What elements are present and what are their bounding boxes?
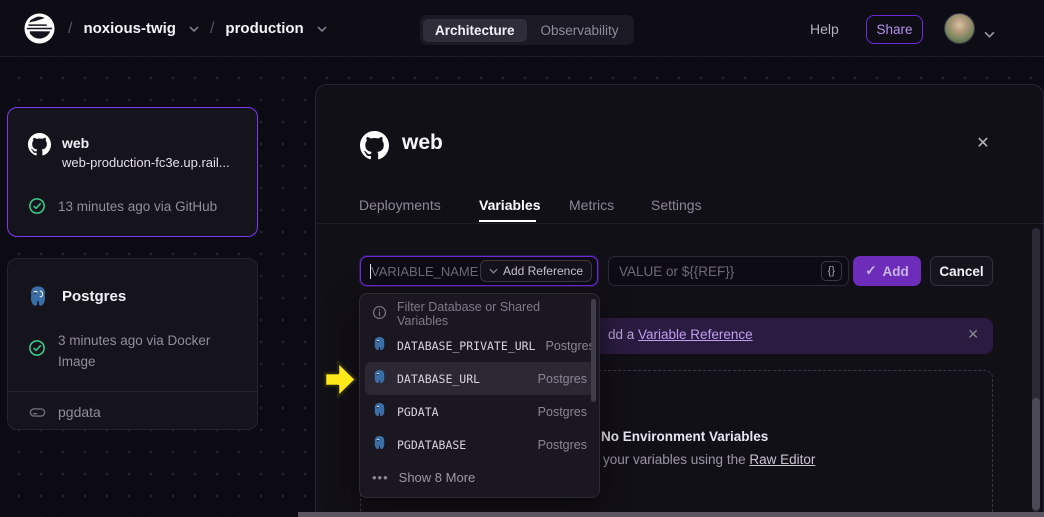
user-avatar[interactable]	[944, 13, 975, 44]
postgres-icon	[372, 435, 387, 455]
project-name[interactable]: noxious-twig	[83, 20, 176, 37]
vertical-scrollbar[interactable]	[1032, 228, 1040, 512]
chevron-down-icon[interactable]	[189, 26, 199, 32]
breadcrumb-slash: /	[68, 20, 72, 38]
postgres-icon	[372, 336, 387, 356]
variable-reference-dropdown: Filter Database or Shared Variables DATA…	[359, 293, 600, 498]
variable-name-input[interactable]	[371, 258, 489, 284]
service-domain[interactable]: web-production-fc3e.up.rail...	[62, 155, 230, 170]
volume-icon	[28, 403, 47, 427]
breadcrumb-slash: /	[210, 20, 214, 38]
variable-name-field[interactable]: Add Reference	[360, 256, 598, 286]
dropdown-item-name: DATABASE_PRIVATE_URL	[397, 339, 535, 353]
help-link[interactable]: Help	[810, 21, 839, 37]
tab-observability[interactable]: Observability	[529, 19, 631, 42]
tabs-divider	[316, 223, 1043, 224]
highlight-arrow	[322, 357, 359, 407]
add-variable-button[interactable]: ✓ Add	[853, 256, 921, 286]
railway-dashboard: / noxious-twig / production Architecture…	[0, 0, 1044, 517]
ellipsis-icon: •••	[372, 470, 389, 485]
github-icon	[28, 133, 51, 161]
add-reference-label: Add Reference	[503, 264, 583, 278]
add-reference-button[interactable]: Add Reference	[480, 260, 592, 282]
chevron-down-icon[interactable]	[317, 26, 327, 32]
dropdown-item-name: PGDATA	[397, 405, 439, 419]
railway-logo-icon[interactable]	[24, 13, 55, 44]
dropdown-item-source: Postgres	[538, 372, 587, 386]
variable-reference-link[interactable]: Variable Reference	[638, 327, 753, 342]
tab-deployments[interactable]: Deployments	[359, 197, 441, 213]
deploy-status: 13 minutes ago via GitHub	[58, 199, 217, 214]
service-panel: web ✕ Deployments Variables Metrics Sett…	[315, 84, 1044, 517]
empty-state-title: No Environment Variables	[601, 429, 768, 444]
postgres-icon	[372, 402, 387, 422]
dropdown-filter-placeholder: Filter Database or Shared Variables	[397, 300, 587, 328]
dropdown-item[interactable]: PGDATA Postgres	[360, 395, 599, 428]
empty-state-subtitle: your variables using the Raw Editor	[603, 452, 815, 467]
dropdown-item[interactable]: PGDATABASE Postgres	[360, 428, 599, 461]
share-button[interactable]: Share	[866, 15, 923, 44]
dropdown-item-source: Postgres	[538, 438, 587, 452]
top-nav: / noxious-twig / production Architecture…	[0, 0, 1044, 57]
info-icon	[372, 305, 387, 323]
dropdown-item-source: Postgres	[545, 339, 594, 353]
deploy-success-icon	[28, 197, 46, 220]
banner-text: dd a Variable Reference	[608, 327, 753, 342]
deploy-status: 3 minutes ago via Docker Image	[58, 330, 233, 372]
card-divider	[8, 391, 257, 392]
panel-title: web	[402, 131, 443, 155]
dropdown-filter[interactable]: Filter Database or Shared Variables	[360, 298, 599, 329]
deploy-success-icon	[28, 339, 46, 362]
add-label: Add	[883, 264, 909, 279]
postgres-icon	[27, 285, 49, 312]
window-bottom-edge	[298, 512, 1044, 517]
breadcrumb: / noxious-twig / production	[68, 0, 327, 57]
service-name: Postgres	[62, 288, 126, 305]
environment-name[interactable]: production	[225, 20, 303, 37]
tab-metrics[interactable]: Metrics	[569, 197, 614, 213]
show-more-label: Show 8 More	[399, 470, 476, 485]
github-icon	[360, 131, 389, 165]
dropdown-item-highlighted[interactable]: DATABASE_URL Postgres	[365, 362, 594, 395]
banner-close-icon[interactable]: ✕	[967, 326, 979, 343]
dropdown-item-name: DATABASE_URL	[397, 372, 480, 386]
variable-value-input[interactable]	[619, 258, 799, 284]
raw-editor-link[interactable]: Raw Editor	[749, 452, 815, 467]
service-name: web	[62, 135, 89, 151]
view-switcher: Architecture Observability	[420, 15, 634, 45]
tab-variables[interactable]: Variables	[479, 197, 541, 213]
dropdown-show-more[interactable]: ••• Show 8 More	[360, 461, 599, 494]
postgres-icon	[372, 369, 387, 389]
variable-value-field[interactable]: {}	[608, 256, 849, 286]
check-icon: ✓	[865, 263, 876, 279]
active-tab-underline	[479, 220, 536, 222]
scrollbar-thumb[interactable]	[1032, 398, 1040, 510]
tab-architecture[interactable]: Architecture	[423, 19, 527, 42]
service-card-postgres[interactable]: Postgres 3 minutes ago via Docker Image …	[7, 258, 258, 430]
chevron-down-icon[interactable]	[984, 25, 995, 43]
tab-settings[interactable]: Settings	[651, 197, 702, 213]
dropdown-item-name: PGDATABASE	[397, 438, 466, 452]
dropdown-scrollbar[interactable]	[591, 299, 596, 402]
volume-name[interactable]: pgdata	[58, 404, 101, 420]
service-card-web[interactable]: web web-production-fc3e.up.rail... 13 mi…	[7, 107, 258, 237]
close-icon[interactable]: ✕	[972, 132, 994, 154]
braces-icon[interactable]: {}	[821, 261, 842, 281]
dropdown-item[interactable]: DATABASE_PRIVATE_URL Postgres	[360, 329, 599, 362]
cancel-button[interactable]: Cancel	[930, 256, 993, 286]
dropdown-item-source: Postgres	[538, 405, 587, 419]
